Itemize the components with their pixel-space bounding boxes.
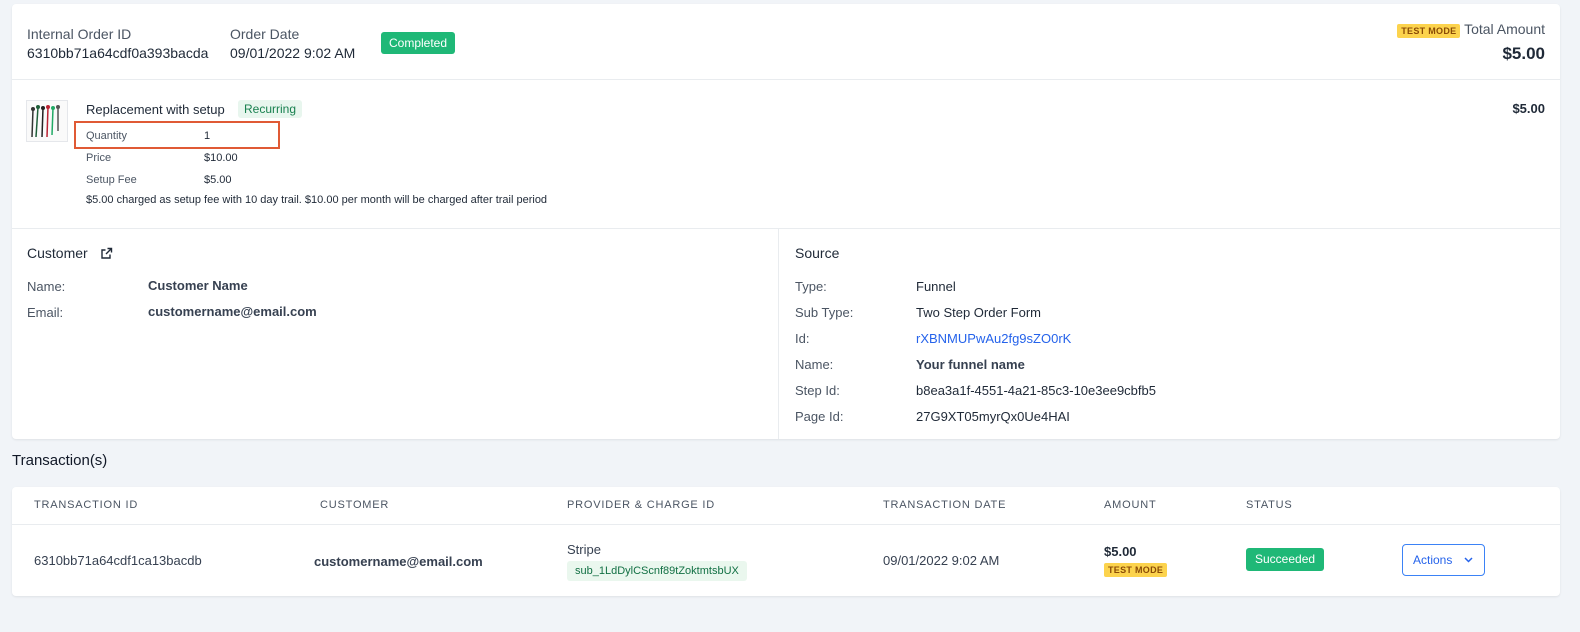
setup-fee-value: $5.00 (204, 174, 232, 186)
billing-note: $5.00 charged as setup fee with 10 day t… (86, 194, 548, 206)
setup-fee-label: Setup Fee (86, 174, 137, 186)
test-mode-badge: TEST MODE (1397, 24, 1461, 38)
row-provider: Stripe (567, 542, 601, 557)
customer-title-text: Customer (27, 245, 88, 261)
product-name: Replacement with setup (86, 102, 225, 117)
quantity-label: Quantity (86, 130, 127, 142)
product-line-total: $5.00 (1512, 101, 1545, 116)
actions-dropdown-button[interactable]: Actions (1402, 544, 1485, 576)
total-amount-block: TEST MODE Total Amount $5.00 (1397, 21, 1545, 64)
source-subtype-label: Sub Type: (795, 305, 854, 320)
row-amount: $5.00 (1104, 544, 1137, 559)
transactions-table: TRANSACTION ID CUSTOMER PROVIDER & CHARG… (12, 487, 1560, 596)
source-id-label: Id: (795, 331, 810, 346)
total-amount: $5.00 (1502, 44, 1545, 63)
source-title: Source (795, 245, 840, 261)
source-page-id: 27G9XT05myrQx0Ue4HAI (916, 409, 1070, 424)
product-image (26, 100, 68, 142)
customer-title: Customer (27, 245, 113, 263)
price-label: Price (86, 152, 112, 164)
header-amount: AMOUNT (1104, 499, 1157, 511)
total-amount-label: Total Amount (1464, 21, 1545, 37)
header-transaction-id: TRANSACTION ID (34, 499, 139, 511)
row-charge-id: sub_1LdDylCScnf89tZoktmtsbUX (567, 561, 747, 581)
header-provider: PROVIDER & CHARGE ID (567, 499, 716, 511)
order-date: 09/01/2022 9:02 AM (230, 45, 356, 61)
customer-email: customername@email.com (148, 304, 317, 319)
recurring-badge: Recurring (238, 100, 303, 118)
order-date-label: Order Date (230, 26, 300, 42)
header-customer: CUSTOMER (320, 499, 390, 511)
order-status-badge: Completed (381, 32, 456, 54)
row-test-mode-badge: TEST MODE (1104, 563, 1168, 577)
header-transaction-date: TRANSACTION DATE (883, 499, 1007, 511)
internal-order-id: 6310bb71a64cdf0a393bacda (27, 45, 209, 61)
source-step-id-label: Step Id: (795, 383, 840, 398)
row-customer-email: customername@email.com (314, 554, 483, 569)
source-name-label: Name: (795, 357, 834, 372)
source-type-label: Type: (795, 279, 827, 294)
details-section: Customer Name: Customer Name Email: cust… (12, 229, 1560, 439)
source-name: Your funnel name (916, 357, 1025, 372)
customer-name-label: Name: (27, 279, 66, 294)
customer-name: Customer Name (148, 278, 248, 293)
customer-panel: Customer Name: Customer Name Email: cust… (12, 229, 779, 439)
product-line: Replacement with setup Recurring Quantit… (12, 80, 1560, 229)
header-status: STATUS (1246, 499, 1293, 511)
source-step-id: b8ea3a1f-4551-4a21-85c3-10e3ee9cbfb5 (916, 383, 1156, 398)
order-card: Internal Order ID 6310bb71a64cdf0a393bac… (12, 4, 1560, 439)
row-transaction-date: 09/01/2022 9:02 AM (883, 553, 1000, 568)
customer-email-label: Email: (27, 305, 64, 320)
source-type: Funnel (916, 279, 956, 294)
transactions-title: Transaction(s) (12, 452, 108, 469)
row-transaction-id: 6310bb71a64cdf1ca13bacdb (34, 553, 202, 568)
source-panel: Source Type: Funnel Sub Type: Two Step O… (780, 229, 1560, 439)
external-link-icon[interactable] (100, 247, 113, 263)
actions-label: Actions (1413, 553, 1453, 567)
source-page-id-label: Page Id: (795, 409, 844, 424)
table-header-row: TRANSACTION ID CUSTOMER PROVIDER & CHARG… (12, 487, 1560, 525)
quantity-value: 1 (204, 130, 211, 142)
order-header: Internal Order ID 6310bb71a64cdf0a393bac… (12, 4, 1560, 80)
price-value: $10.00 (204, 152, 238, 164)
row-status-badge: Succeeded (1246, 548, 1325, 571)
internal-order-id-label: Internal Order ID (27, 26, 132, 42)
source-id-link[interactable]: rXBNMUPwAu2fg9sZO0rK (916, 331, 1071, 346)
source-subtype: Two Step Order Form (916, 305, 1041, 320)
chevron-down-icon (1463, 554, 1474, 568)
